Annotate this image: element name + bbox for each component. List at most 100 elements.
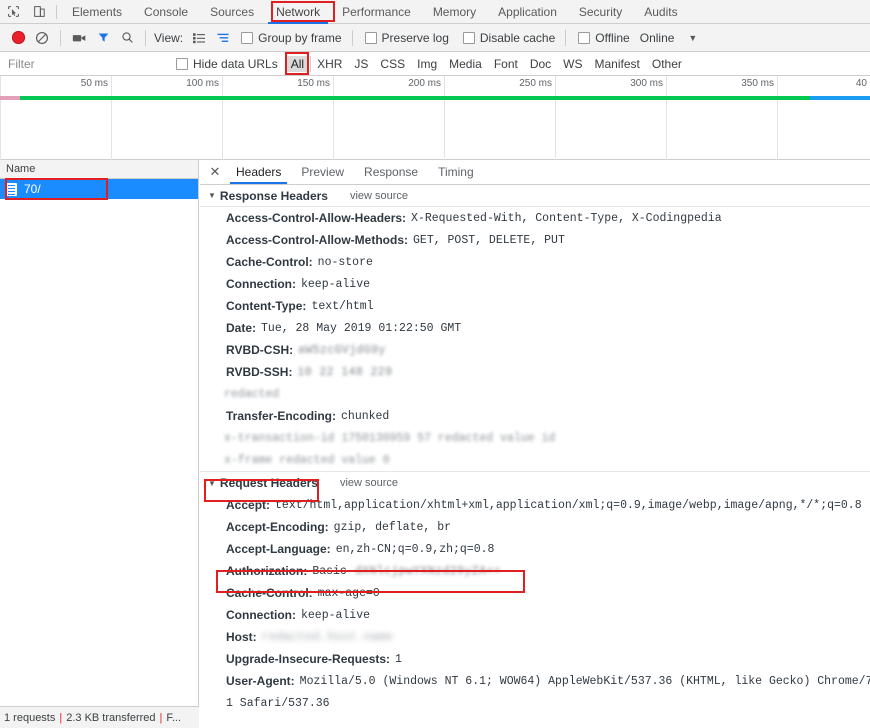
throttling-select[interactable]: Online ▼ <box>640 31 698 45</box>
tab-performance[interactable]: Performance <box>331 0 422 24</box>
offline-checkbox[interactable]: Offline <box>578 31 630 45</box>
request-list-header[interactable]: Name <box>0 160 198 179</box>
header-row-redacted: redacted <box>200 383 870 405</box>
overview-band-load <box>20 96 810 100</box>
header-name: RVBD-CSH: <box>226 343 294 357</box>
header-name: Accept: <box>226 498 271 512</box>
header-name: Cache-Control: <box>226 586 313 600</box>
header-row: Content-Type: text/html <box>200 295 870 317</box>
timeline-tick: 150 ms <box>297 78 330 89</box>
detail-tab-timing[interactable]: Timing <box>428 160 484 184</box>
detail-tab-headers[interactable]: Headers <box>226 160 291 184</box>
checkbox-box <box>364 31 377 44</box>
header-value: 1 <box>395 652 402 666</box>
detail-tab-label: Timing <box>438 165 474 179</box>
record-button[interactable] <box>6 24 30 52</box>
header-value: no-store <box>317 255 373 269</box>
timeline-tick: 100 ms <box>186 78 219 89</box>
request-list-pane: Name 70/ <box>0 160 199 708</box>
toolbar-divider <box>145 29 146 46</box>
triangle-down-icon[interactable]: ▼ <box>208 479 216 488</box>
type-filter-js[interactable]: JS <box>349 56 373 72</box>
header-value: max-age=0 <box>317 586 380 600</box>
status-separator: | <box>159 711 163 724</box>
list-view-icon[interactable] <box>187 24 211 52</box>
record-dot-icon <box>11 31 25 44</box>
redacted-header-value: aW5zcGVjdG9y <box>298 343 386 357</box>
network-toolbar: View: Group by frame Preserve log Disabl… <box>0 24 870 52</box>
tab-elements[interactable]: Elements <box>61 0 133 24</box>
status-finish: F... <box>166 711 182 724</box>
filter-divider <box>310 55 312 72</box>
header-row: Upgrade-Insecure-Requests: 1 <box>200 648 870 670</box>
tab-sources[interactable]: Sources <box>199 0 265 24</box>
network-status-bar: 1 requests | 2.3 KB transferred | F... <box>0 706 199 728</box>
type-filter-media[interactable]: Media <box>444 56 487 72</box>
tab-memory[interactable]: Memory <box>422 0 487 24</box>
type-filter-ws[interactable]: WS <box>558 56 587 72</box>
header-name: User-Agent: <box>226 674 295 688</box>
tab-label: Elements <box>72 4 123 19</box>
header-value: X-Requested-With, Content-Type, X-Coding… <box>411 211 722 225</box>
header-value: Mozilla/5.0 (Windows NT 6.1; WOW64) Appl… <box>299 674 870 688</box>
timeline-tick: 200 ms <box>408 78 441 89</box>
camera-icon[interactable] <box>67 24 91 52</box>
tab-application[interactable]: Application <box>487 0 568 24</box>
type-filter-doc[interactable]: Doc <box>525 56 556 72</box>
tab-audits[interactable]: Audits <box>633 0 688 24</box>
inspect-element-icon[interactable] <box>0 0 26 24</box>
preserve-log-checkbox[interactable]: Preserve log <box>364 31 449 45</box>
filter-icon[interactable] <box>91 24 115 52</box>
waterfall-view-icon[interactable] <box>211 24 235 52</box>
request-view-source-link[interactable]: view source <box>340 477 398 489</box>
search-icon[interactable] <box>115 24 139 52</box>
checkbox-box <box>176 57 188 70</box>
header-name: Authorization: <box>226 564 308 578</box>
group-by-frame-checkbox[interactable]: Group by frame <box>241 31 342 45</box>
disable-cache-checkbox[interactable]: Disable cache <box>462 31 555 45</box>
triangle-down-icon[interactable]: ▼ <box>208 191 216 200</box>
redacted-header-value: x-transaction-id 1750130959 57 redacted … <box>224 431 556 445</box>
type-filter-img[interactable]: Img <box>412 56 442 72</box>
redacted-header-value: 10 22 148 229 <box>297 365 393 379</box>
type-filter-css[interactable]: CSS <box>375 56 410 72</box>
timeline-tick: 300 ms <box>630 78 663 89</box>
header-row-continuation: 1 Safari/537.36 <box>200 692 870 714</box>
clear-button[interactable] <box>30 24 54 52</box>
toolbar-divider <box>351 29 353 46</box>
filter-input[interactable] <box>0 52 168 75</box>
throttling-value: Online <box>639 30 675 45</box>
detail-tab-preview[interactable]: Preview <box>291 160 354 184</box>
hide-data-urls-checkbox[interactable]: Hide data URLs <box>176 57 278 71</box>
header-value: Basic <box>312 564 347 578</box>
header-value: 1 Safari/537.36 <box>226 696 330 710</box>
detail-tab-response[interactable]: Response <box>354 160 428 184</box>
request-headers-title-row[interactable]: ▼ Request Headers view source <box>200 472 870 494</box>
type-filter-all[interactable]: All <box>285 55 310 72</box>
header-value: keep-alive <box>301 277 371 291</box>
chevron-down-icon: ▼ <box>688 32 698 43</box>
header-row: Accept-Encoding: gzip, deflate, br <box>200 516 870 538</box>
checkbox-box <box>462 31 475 44</box>
header-row-authorization: Authorization: Basic dXNlcjpwYXNzd29yZA=… <box>200 560 870 582</box>
view-label: View: <box>154 30 184 45</box>
headers-body: ▼ Response Headers view source Access-Co… <box>200 185 870 728</box>
overview-band-dns <box>0 96 20 100</box>
tab-security[interactable]: Security <box>568 0 633 24</box>
network-overview[interactable]: 50 ms 100 ms 150 ms 200 ms 250 ms 300 ms… <box>0 76 870 160</box>
header-row: Transfer-Encoding: chunked <box>200 405 870 427</box>
tab-console[interactable]: Console <box>133 0 199 24</box>
type-filter-font[interactable]: Font <box>489 56 523 72</box>
response-headers-title-row[interactable]: ▼ Response Headers view source <box>200 185 870 207</box>
column-header-name: Name <box>6 163 36 175</box>
tab-network[interactable]: Network <box>265 0 331 24</box>
network-filter-bar: Hide data URLs All XHR JS CSS Img Media … <box>0 52 870 76</box>
header-row: Cache-Control: no-store <box>200 251 870 273</box>
response-view-source-link[interactable]: view source <box>350 190 408 202</box>
type-filter-xhr[interactable]: XHR <box>312 56 347 72</box>
close-icon[interactable]: ✕ <box>204 160 226 184</box>
device-toolbar-icon[interactable] <box>26 0 52 24</box>
type-filter-manifest[interactable]: Manifest <box>590 56 645 72</box>
request-row-70[interactable]: 70/ <box>0 179 198 199</box>
type-filter-other[interactable]: Other <box>647 56 687 72</box>
